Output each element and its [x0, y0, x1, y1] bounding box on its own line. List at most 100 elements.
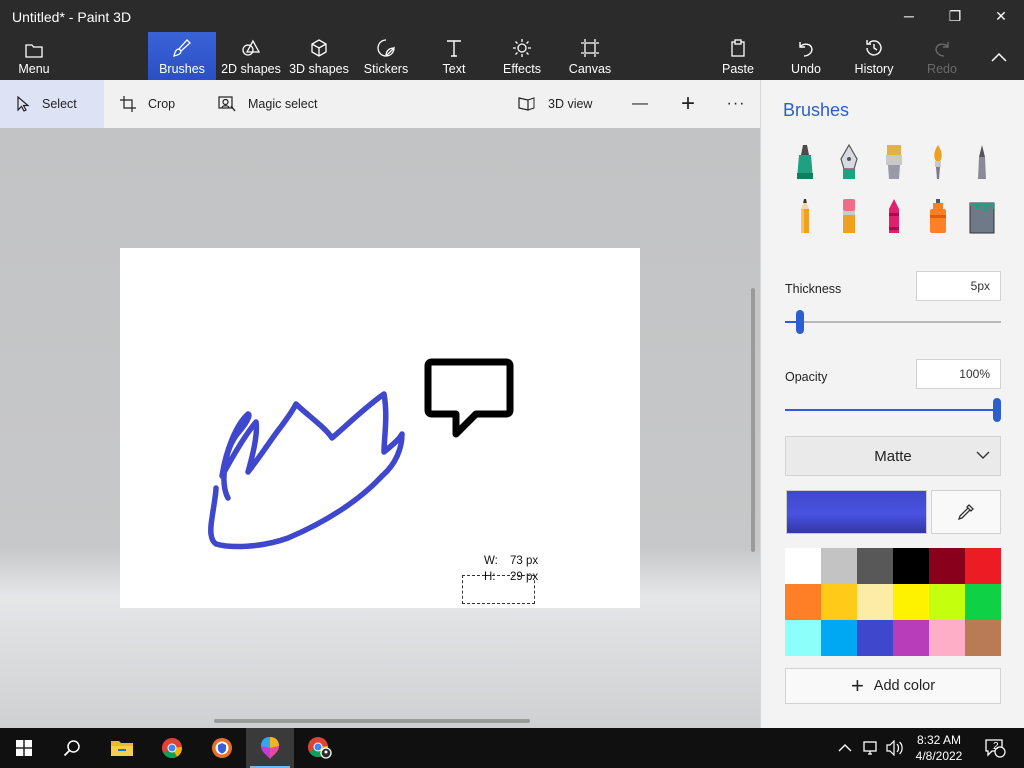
crayon-brush[interactable] — [878, 196, 910, 236]
eyedropper-button[interactable] — [931, 490, 1001, 534]
fill-bucket-brush[interactable] — [966, 196, 998, 236]
spray-can-icon — [930, 199, 946, 233]
width-label: W: — [484, 555, 498, 567]
plus-icon: + — [680, 90, 695, 117]
finish-dropdown[interactable]: Matte — [785, 436, 1001, 476]
file-explorer-button[interactable] — [98, 728, 146, 768]
chrome-button[interactable] — [148, 728, 196, 768]
paint-3d-icon — [261, 737, 279, 759]
network-icon — [863, 741, 877, 755]
color-swatch[interactable] — [929, 548, 965, 584]
selection-box[interactable] — [462, 575, 535, 604]
color-swatch[interactable] — [785, 548, 821, 584]
color-swatch[interactable] — [857, 548, 893, 584]
color-swatch[interactable] — [929, 584, 965, 620]
select-tool[interactable]: Select — [0, 80, 104, 128]
color-swatch[interactable] — [857, 584, 893, 620]
add-color-button[interactable]: + Add color — [785, 668, 1001, 704]
tab-2d-shapes-label: 2D shapes — [221, 62, 281, 76]
menu-button[interactable]: Menu — [8, 32, 60, 80]
thickness-input[interactable]: 5px — [916, 271, 1001, 301]
undo-label: Undo — [791, 62, 821, 76]
chevron-up-icon — [838, 744, 852, 752]
redo-label: Redo — [927, 62, 957, 76]
spray-can-brush[interactable] — [922, 196, 954, 236]
brave-button[interactable] — [198, 728, 246, 768]
maximize-button[interactable]: ❐ — [932, 0, 978, 32]
zoom-in-button[interactable]: + — [676, 80, 700, 128]
collapse-ribbon-button[interactable] — [976, 40, 1022, 74]
start-button[interactable] — [0, 728, 48, 768]
view-3d-button[interactable]: 3D view — [518, 80, 608, 128]
network-button[interactable] — [862, 728, 880, 768]
close-button[interactable]: ✕ — [978, 0, 1024, 32]
restore-icon: ❐ — [948, 7, 962, 24]
color-swatch[interactable] — [893, 584, 929, 620]
oil-brush[interactable] — [878, 142, 910, 182]
watercolor-icon — [934, 145, 942, 179]
color-swatch[interactable] — [893, 548, 929, 584]
horizontal-scrollbar[interactable] — [214, 719, 530, 723]
tab-2d-shapes[interactable]: 2D shapes — [218, 32, 284, 80]
tab-text[interactable]: Text — [430, 32, 478, 80]
tab-brushes[interactable]: Brushes — [148, 32, 216, 80]
color-swatch[interactable] — [821, 620, 857, 656]
color-swatch[interactable] — [965, 548, 1001, 584]
tab-effects[interactable]: Effects — [496, 32, 548, 80]
search-button[interactable] — [48, 728, 96, 768]
redo-button[interactable]: Redo — [920, 32, 964, 80]
current-color-swatch[interactable] — [786, 490, 927, 534]
thickness-slider[interactable] — [785, 310, 1001, 334]
title-ribbon-bar: Untitled* - Paint 3D ─ ❐ ✕ Menu Brushes … — [0, 0, 1024, 80]
width-value: 73 px — [510, 555, 539, 567]
thickness-label: Thickness — [785, 282, 842, 296]
color-swatch[interactable] — [929, 620, 965, 656]
action-center-button[interactable]: 2 — [982, 728, 1008, 768]
color-swatch[interactable] — [857, 620, 893, 656]
paste-button[interactable]: Paste — [714, 32, 762, 80]
color-swatch[interactable] — [965, 620, 1001, 656]
chrome-profile-button[interactable] — [296, 728, 344, 768]
opacity-slider[interactable] — [785, 398, 1001, 422]
eraser-brush[interactable] — [833, 196, 865, 236]
pixel-pen-brush[interactable] — [966, 142, 998, 182]
color-swatch[interactable] — [785, 584, 821, 620]
history-button[interactable]: History — [848, 32, 900, 80]
thickness-thumb[interactable] — [795, 310, 804, 334]
vertical-scrollbar[interactable] — [751, 288, 755, 552]
view-3d-label: 3D view — [548, 97, 593, 111]
color-swatch[interactable] — [821, 584, 857, 620]
color-swatch[interactable] — [893, 620, 929, 656]
color-swatch[interactable] — [821, 548, 857, 584]
color-swatch[interactable] — [965, 584, 1001, 620]
drawing-canvas[interactable] — [120, 248, 640, 608]
marker-brush[interactable] — [789, 142, 821, 182]
tab-stickers[interactable]: Stickers — [358, 32, 414, 80]
pencil-brush[interactable] — [789, 196, 821, 236]
undo-button[interactable]: Undo — [782, 32, 830, 80]
thickness-fill — [785, 321, 796, 323]
minimize-button[interactable]: ─ — [886, 0, 932, 32]
paint-3d-button[interactable] — [246, 728, 294, 768]
pencil-icon — [801, 199, 809, 233]
magic-select-label: Magic select — [248, 97, 318, 111]
calligraphy-brush[interactable] — [833, 142, 865, 182]
color-swatch[interactable] — [785, 620, 821, 656]
crop-tool[interactable]: Crop — [120, 80, 200, 128]
volume-button[interactable] — [886, 728, 904, 768]
show-hidden-icons-button[interactable] — [838, 728, 852, 768]
tab-canvas-label: Canvas — [568, 62, 612, 76]
text-icon — [445, 36, 463, 58]
finish-value: Matte — [874, 447, 912, 465]
tab-3d-shapes[interactable]: 3D shapes — [286, 32, 352, 80]
opacity-input[interactable]: 100% — [916, 359, 1001, 389]
zoom-out-button[interactable]: — — [628, 80, 652, 128]
tab-canvas[interactable]: Canvas — [564, 32, 616, 80]
more-options-button[interactable]: ··· — [722, 80, 750, 128]
magic-select-tool[interactable]: Magic select — [218, 80, 348, 128]
crop-icon — [120, 96, 136, 112]
opacity-label: Opacity — [785, 370, 828, 384]
opacity-thumb[interactable] — [993, 398, 1001, 422]
watercolor-brush[interactable] — [922, 142, 954, 182]
clock[interactable]: 8:32 AM 4/8/2022 — [908, 732, 970, 764]
